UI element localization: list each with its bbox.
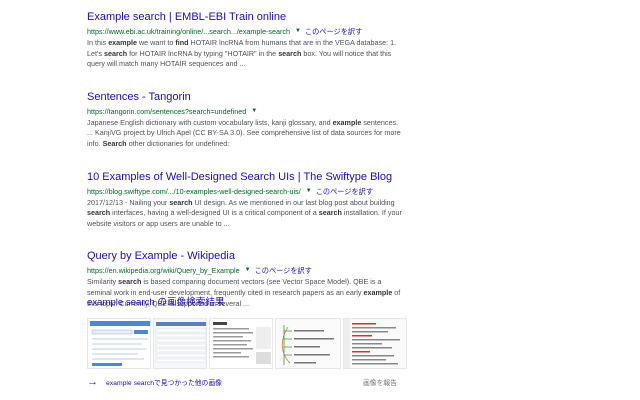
thumbnail-document-image bbox=[210, 319, 272, 368]
thumbnail-table-list-image bbox=[154, 319, 206, 368]
caret-down-icon[interactable]: ▼ bbox=[245, 265, 251, 276]
result-snippet: Japanese English dictionary with custom … bbox=[87, 117, 401, 148]
result-title-link[interactable]: Query by Example - Wikipedia bbox=[87, 249, 405, 263]
snippet-keyword: search bbox=[169, 197, 193, 207]
image-thumbnail[interactable] bbox=[209, 318, 273, 369]
thumbnail-code-editor-image bbox=[344, 319, 406, 368]
more-images-label[interactable]: example searchで見つかった他の画像 bbox=[106, 377, 222, 387]
image-thumbnail[interactable] bbox=[87, 318, 151, 369]
image-thumbnail-strip bbox=[87, 318, 407, 369]
image-results-heading[interactable]: example search の画像検索結果 bbox=[87, 294, 407, 308]
search-results: Example search | EMBL-EBI Train online h… bbox=[87, 10, 405, 329]
thumbnail-code-tree-image bbox=[276, 319, 340, 368]
translate-link[interactable]: このページを訳す bbox=[305, 26, 362, 37]
result-url-row: https://tangorin.com/sentences?search=un… bbox=[87, 106, 405, 117]
snippet-keyword: search bbox=[278, 48, 302, 58]
result-url-row: https://blog.swiftype.com/.../10-example… bbox=[87, 186, 405, 197]
image-results-section: example search の画像検索結果 → example searchで… bbox=[87, 294, 407, 388]
result-url[interactable]: https://www.ebi.ac.uk/training/online/..… bbox=[87, 26, 290, 37]
result-title-link[interactable]: Sentences - Tangorin bbox=[87, 90, 405, 104]
image-thumbnail[interactable] bbox=[343, 318, 407, 369]
thumbnail-search-form-image bbox=[88, 319, 150, 368]
caret-down-icon[interactable]: ▼ bbox=[251, 106, 257, 117]
snippet-keyword: Search bbox=[102, 138, 127, 148]
search-result: Example search | EMBL-EBI Train online h… bbox=[87, 10, 405, 70]
image-heading-suffix[interactable]: の画像検索結果 bbox=[155, 297, 224, 308]
result-snippet: 2017/12/13 - Nailing your search UI desi… bbox=[87, 197, 402, 228]
translate-link[interactable]: このページを訳す bbox=[255, 265, 312, 276]
result-title-link[interactable]: 10 Examples of Well-Designed Search UIs … bbox=[87, 170, 405, 184]
snippet-keyword: find bbox=[175, 38, 189, 47]
report-images-link[interactable]: 画像を報告 bbox=[363, 377, 397, 387]
result-url[interactable]: https://tangorin.com/sentences?search=un… bbox=[87, 106, 246, 117]
snippet-keyword: search bbox=[103, 48, 128, 58]
result-url[interactable]: https://en.wikipedia.org/wiki/Query_by_E… bbox=[87, 265, 240, 276]
image-thumbnail[interactable] bbox=[153, 318, 207, 369]
snippet-keyword: search bbox=[318, 208, 342, 218]
result-url-row: https://www.ebi.ac.uk/training/online/..… bbox=[87, 26, 405, 37]
translate-link[interactable]: このページを訳す bbox=[316, 186, 373, 197]
snippet-keyword: search bbox=[118, 277, 142, 287]
result-url[interactable]: https://blog.swiftype.com/.../10-example… bbox=[87, 186, 301, 197]
image-results-footer: → example searchで見つかった他の画像 画像を報告 bbox=[87, 376, 407, 388]
snippet-keyword: search bbox=[87, 208, 111, 218]
search-result: 10 Examples of Well-Designed Search UIs … bbox=[87, 170, 405, 230]
caret-down-icon[interactable]: ▼ bbox=[306, 186, 312, 197]
result-title-link[interactable]: Example search | EMBL-EBI Train online bbox=[87, 10, 405, 24]
more-images-link[interactable]: → example searchで見つかった他の画像 bbox=[87, 376, 222, 388]
caret-down-icon[interactable]: ▼ bbox=[295, 26, 301, 37]
search-result: Sentences - Tangorin https://tangorin.co… bbox=[87, 90, 405, 150]
image-thumbnail[interactable] bbox=[275, 318, 341, 369]
result-url-row: https://en.wikipedia.org/wiki/Query_by_E… bbox=[87, 265, 405, 276]
arrow-right-icon: → bbox=[87, 376, 98, 388]
snippet-keyword: example bbox=[108, 38, 137, 47]
image-heading-query[interactable]: example search bbox=[87, 297, 155, 308]
snippet-keyword: example bbox=[332, 117, 362, 127]
result-snippet: In this example we want to find HOTAIR l… bbox=[87, 38, 397, 69]
